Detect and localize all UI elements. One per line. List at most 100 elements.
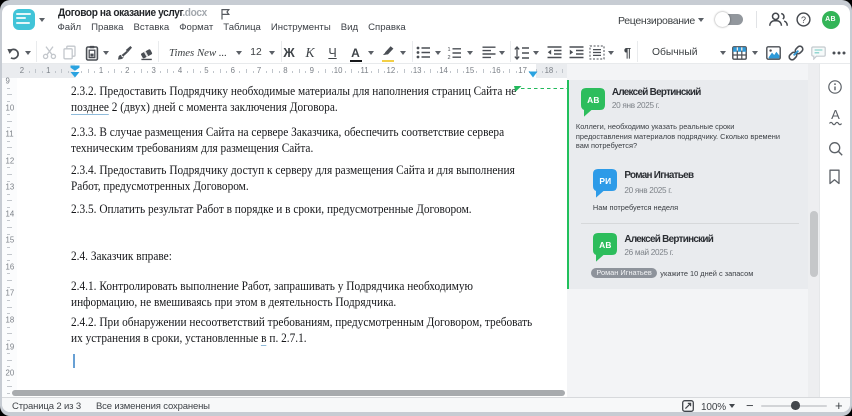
indent-marker-right[interactable]	[528, 71, 538, 78]
formatting-marks-icon[interactable]: ¶	[622, 40, 634, 65]
underline-button[interactable]: Ч	[326, 40, 340, 65]
align-caret-icon[interactable]	[498, 40, 506, 65]
font-size-caret-icon[interactable]	[268, 40, 276, 65]
bullet-list-icon[interactable]	[415, 40, 431, 65]
paragraph-5[interactable]: 2.4. Заказчик вправе:	[71, 249, 172, 265]
document-page[interactable]: 2.3.2. Предоставить Подрядчику необходим…	[17, 77, 567, 389]
zoom-out-button[interactable]: −	[746, 398, 754, 412]
menu-item-6[interactable]: Инструменты	[271, 22, 331, 34]
highlight-caret-icon[interactable]	[399, 40, 407, 65]
text-line: 2.4. Заказчик вправе:	[71, 249, 172, 264]
ruler-number: 12	[5, 156, 15, 166]
comment-icon[interactable]	[810, 40, 826, 65]
zoom-value[interactable]: 100%	[701, 402, 726, 413]
fit-page-icon[interactable]	[682, 400, 694, 412]
app-logo-caret-icon[interactable]	[39, 17, 45, 22]
menu-item-5[interactable]: Таблица	[223, 22, 261, 34]
style-select[interactable]: Обычный	[652, 40, 698, 65]
ruler-number: 2	[19, 66, 25, 75]
format-painter-icon[interactable]	[116, 40, 133, 65]
paragraph-6[interactable]: 2.4.1. Контролировать выполнение Работ, …	[71, 279, 473, 311]
font-color-button[interactable]: А	[348, 40, 364, 65]
ruler-number: 15	[5, 235, 15, 245]
bookmark-icon[interactable]	[828, 169, 841, 185]
search-icon[interactable]	[828, 141, 844, 157]
page-indicator[interactable]: Страница 2 из 3	[12, 401, 81, 412]
paragraph-1[interactable]: 2.3.2. Предоставить Подрядчику необходим…	[71, 84, 516, 116]
italic-button[interactable]: К	[303, 40, 317, 65]
undo-icon[interactable]	[4, 40, 22, 65]
font-size-select[interactable]: 12	[246, 40, 266, 65]
style-caret-icon[interactable]	[719, 40, 727, 65]
comment-date: 20 янв 2025 г.	[611, 101, 660, 111]
clear-format-icon[interactable]	[138, 40, 155, 65]
review-mode-label[interactable]: Рецензирование	[618, 15, 695, 27]
text-line: 2.4.1. Контролировать выполнение Работ, …	[71, 278, 474, 293]
paragraph-caret-icon[interactable]	[607, 40, 615, 65]
zoom-slider-handle[interactable]	[791, 401, 800, 410]
numbered-list-caret-icon[interactable]	[466, 40, 474, 65]
ruler-tick	[502, 70, 504, 73]
paragraph-settings-icon[interactable]	[588, 40, 605, 65]
help-icon[interactable]: ?	[796, 12, 811, 27]
horizontal-scrollbar[interactable]	[12, 389, 565, 396]
decrease-indent-icon[interactable]	[546, 40, 562, 65]
table-icon[interactable]	[731, 40, 747, 65]
ruler-tick	[7, 114, 10, 116]
flag-icon[interactable]	[220, 8, 231, 20]
ruler-tick	[404, 69, 406, 73]
increase-indent-icon[interactable]	[568, 40, 584, 65]
table-caret-icon[interactable]	[751, 40, 759, 65]
line-spacing-caret-icon[interactable]	[532, 40, 540, 65]
font-name-select[interactable]: Times New ...	[167, 40, 229, 65]
ruler-tick	[7, 233, 10, 235]
font-color-caret-icon[interactable]	[367, 40, 375, 65]
paste-icon[interactable]	[84, 40, 100, 65]
avatar[interactable]: АВ	[821, 10, 840, 29]
menu-item-2[interactable]: Правка	[91, 22, 123, 34]
collaborators-icon[interactable]	[768, 12, 789, 27]
app-logo[interactable]	[13, 8, 35, 30]
paragraph-4[interactable]: 2.3.5. Оплатить результат Работ в порядк…	[71, 202, 472, 218]
menu-item-1[interactable]: Файл	[58, 22, 82, 34]
indent-marker-left[interactable]	[70, 65, 80, 78]
paragraph-7[interactable]: 2.4.2. При обнаружении несоответствий тр…	[71, 315, 532, 347]
ruler-tick	[81, 70, 83, 73]
more-icon[interactable]	[831, 40, 847, 65]
ruler-number: 11	[360, 66, 369, 75]
review-toggle[interactable]	[715, 11, 743, 27]
info-icon[interactable]	[828, 80, 842, 94]
zoom-caret-icon[interactable]	[729, 403, 735, 408]
zoom-in-button[interactable]: +	[835, 398, 843, 412]
review-caret-icon[interactable]	[698, 18, 704, 22]
highlight-button[interactable]	[380, 40, 396, 65]
link-icon[interactable]	[787, 40, 804, 65]
horizontal-ruler[interactable]: 2 1 1 2 3 4 5 6 7 8 9 10 11 12 13 14 15 16 17 18	[2, 64, 567, 78]
paragraph-3[interactable]: 2.3.4. Предоставить Подрядчику доступ к …	[71, 163, 515, 195]
paragraph-2[interactable]: 2.3.3. В случае размещения Сайта на серв…	[71, 125, 504, 157]
vertical-ruler[interactable]: 9 10 11 12 13 14 15 16 17 18 19 20	[2, 77, 17, 398]
ruler-tick	[7, 127, 10, 129]
font-name-caret-icon[interactable]	[235, 40, 243, 65]
ruler-tick	[147, 70, 149, 73]
bullet-list-caret-icon[interactable]	[434, 40, 442, 65]
scrollbar-thumb[interactable]	[809, 211, 818, 277]
menu-item-7[interactable]: Вид	[341, 22, 358, 34]
numbered-list-icon[interactable]: 12	[447, 40, 463, 65]
image-icon[interactable]	[765, 40, 781, 65]
comments-scrollbar[interactable]	[808, 64, 819, 397]
comment-thread-card[interactable]: АВ Алексей Вертинский 20 янв 2025 г. Коллег…	[567, 79, 808, 289]
text-line: их устранения в сроки, установленные в п…	[71, 330, 307, 346]
bold-button[interactable]: Ж	[282, 40, 296, 65]
mention-chip[interactable]: Роман Игнатьев	[590, 267, 658, 279]
paste-caret-icon[interactable]	[102, 40, 110, 65]
menu-item-4[interactable]: Формат	[179, 22, 213, 34]
menu-item-8[interactable]: Справка	[368, 22, 406, 34]
spellcheck-icon[interactable]: А	[828, 107, 843, 127]
align-left-icon[interactable]	[481, 40, 497, 65]
undo-caret-icon[interactable]	[24, 40, 32, 65]
line-spacing-icon[interactable]	[514, 40, 530, 65]
ruler-number: 1	[98, 66, 104, 75]
menu-item-3[interactable]: Вставка	[134, 22, 170, 34]
toolbar-divider	[158, 41, 159, 62]
